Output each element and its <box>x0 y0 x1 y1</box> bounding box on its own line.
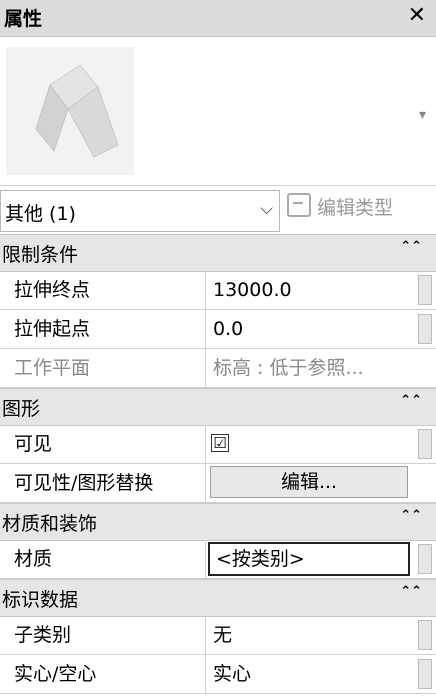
property-name: 工作平面 <box>0 349 206 387</box>
property-row[interactable]: 材质 <按类别> <box>0 540 436 579</box>
row-scroll-handle[interactable] <box>418 620 432 650</box>
row-scroll-handle[interactable] <box>418 659 432 689</box>
type-selector-bar: 其他 (1) ⌵ 编辑类型 <box>0 190 436 232</box>
property-row[interactable]: 子类别 无 <box>0 616 436 655</box>
property-name: 子类别 <box>0 616 206 654</box>
collapse-icon[interactable]: ⌃⌃ <box>400 508 422 523</box>
collapse-icon[interactable]: ⌃⌃ <box>400 584 422 599</box>
collapse-icon[interactable]: ⌃⌃ <box>400 239 422 254</box>
row-scroll-handle[interactable] <box>418 429 432 459</box>
property-row[interactable]: 可见 ☑ <box>0 425 436 464</box>
edit-type-icon <box>287 193 311 217</box>
visible-checkbox[interactable]: ☑ <box>211 434 229 452</box>
row-scroll-handle[interactable] <box>418 544 432 574</box>
collapse-icon[interactable]: ⌃⌃ <box>400 393 422 408</box>
close-icon[interactable]: ✕ <box>408 3 426 28</box>
section-materials[interactable]: 材质和装饰 ⌃⌃ <box>0 503 436 541</box>
section-constraints[interactable]: 限制条件 ⌃⌃ <box>0 234 436 272</box>
section-graphics[interactable]: 图形 ⌃⌃ <box>0 388 436 426</box>
extrusion-shape-icon <box>35 64 119 158</box>
type-selector-dropdown[interactable]: 其他 (1) ⌵ <box>0 190 280 232</box>
type-selector-value: 其他 (1) <box>5 203 76 225</box>
property-name: 拉伸起点 <box>0 310 206 348</box>
property-value: 标高 : 低于参照... <box>213 357 364 379</box>
property-value-select[interactable]: 无 <box>207 616 412 654</box>
preview-dropdown-icon[interactable]: ▾ <box>419 107 426 123</box>
property-name: 拉伸终点 <box>0 271 206 309</box>
property-name: 材质 <box>0 540 206 578</box>
visibility-graphics-edit-button[interactable]: 编辑... <box>210 466 408 498</box>
property-value-input[interactable]: 0.0 <box>207 310 412 348</box>
property-row: 工作平面 标高 : 低于参照... <box>0 349 436 388</box>
edit-type-label: 编辑类型 <box>317 197 394 219</box>
row-scroll-handle[interactable] <box>418 275 432 305</box>
family-thumbnail <box>6 47 134 175</box>
section-title: 限制条件 <box>2 244 79 266</box>
property-row[interactable]: 拉伸终点 13000.0 <box>0 271 436 310</box>
property-row[interactable]: 拉伸起点 0.0 <box>0 310 436 349</box>
edit-type-button[interactable]: 编辑类型 <box>287 193 393 220</box>
section-title: 图形 <box>2 398 41 420</box>
property-row[interactable]: 可见性/图形替换 编辑... <box>0 464 436 503</box>
panel-title: 属性 <box>4 8 43 30</box>
chevron-down-icon: ⌵ <box>260 199 273 219</box>
property-value-select[interactable]: 实心 <box>207 655 412 693</box>
property-name: 可见 <box>0 425 206 463</box>
property-name: 实心/空心 <box>0 655 206 693</box>
section-title: 材质和装饰 <box>2 513 98 535</box>
property-row[interactable]: 实心/空心 实心 <box>0 655 436 694</box>
section-title: 标识数据 <box>2 589 79 611</box>
property-name: 可见性/图形替换 <box>0 464 206 502</box>
property-value-input[interactable]: 13000.0 <box>207 271 412 309</box>
row-scroll-handle[interactable] <box>418 314 432 344</box>
section-identity-data[interactable]: 标识数据 ⌃⌃ <box>0 579 436 617</box>
material-field[interactable]: <按类别> <box>208 542 410 576</box>
type-preview[interactable]: ▾ <box>0 37 436 186</box>
properties-titlebar: 属性 ✕ <box>0 0 436 37</box>
